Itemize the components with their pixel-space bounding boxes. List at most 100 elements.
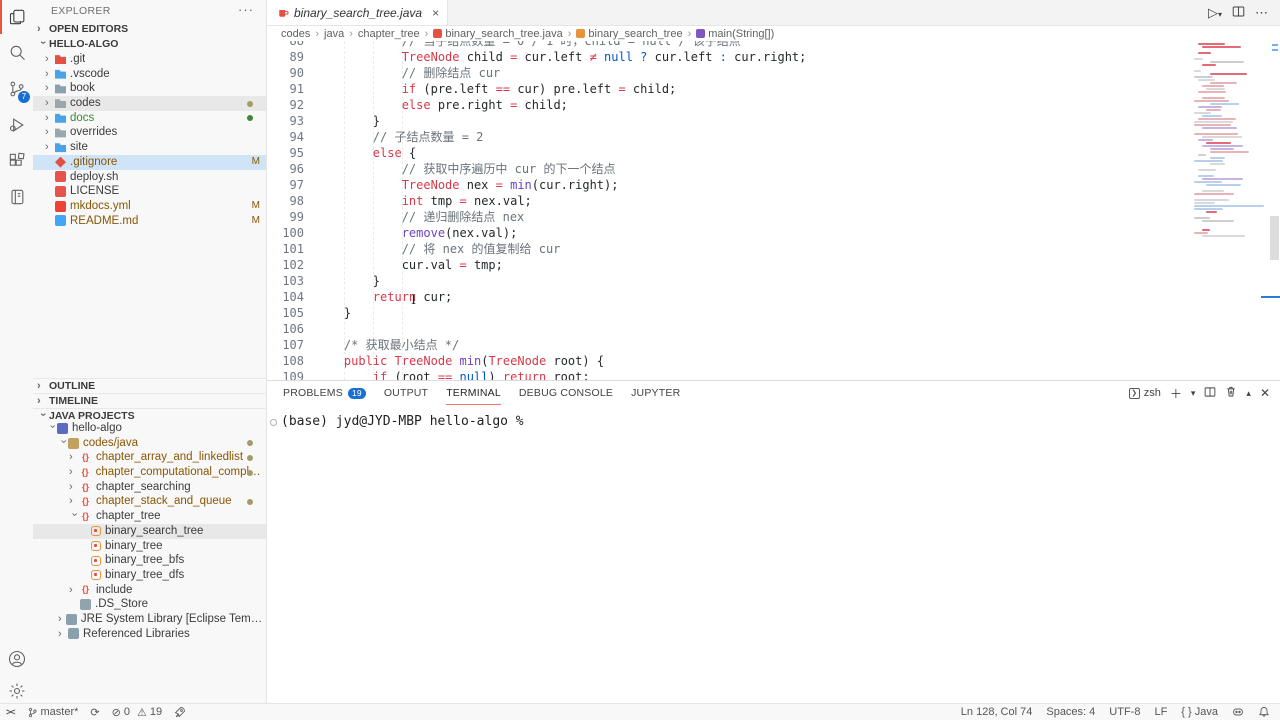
tab-title: binary_search_tree.java <box>294 6 422 20</box>
java-project-item-Referenced-Libraries[interactable]: ›Referenced Libraries <box>33 627 266 642</box>
modified-dot <box>247 101 253 107</box>
outline-section[interactable]: ›OUTLINE <box>33 378 266 393</box>
breadcrumb-separator: › <box>349 28 353 40</box>
eol-item[interactable]: LF <box>1154 706 1167 718</box>
accounts-icon[interactable] <box>0 642 33 676</box>
java-project-item-binary_search_tree[interactable]: binary_search_tree <box>33 524 266 539</box>
remote-indicator[interactable]: >< <box>6 707 15 717</box>
copilot-status-icon[interactable] <box>1232 706 1244 718</box>
kill-terminal-trash-icon[interactable] <box>1225 385 1237 401</box>
breadcrumb-item[interactable]: chapter_tree <box>358 28 420 40</box>
timeline-section[interactable]: ›TIMELINE <box>33 393 266 408</box>
cursor-position-item[interactable]: Ln 128, Col 74 <box>961 706 1033 718</box>
explorer-item-mkdocs.yml[interactable]: mkdocs.ymlM <box>33 199 266 214</box>
explorer-item-README.md[interactable]: README.mdM <box>33 214 266 229</box>
breadcrumb-item[interactable]: main(String[]) <box>696 28 774 40</box>
search-icon[interactable] <box>0 36 33 70</box>
braces-icon: {} <box>79 452 92 463</box>
split-terminal-icon[interactable] <box>1204 386 1216 401</box>
open-editors-section[interactable]: ›OPEN EDITORS <box>33 22 266 37</box>
java-project-item-binary_tree_dfs[interactable]: binary_tree_dfs <box>33 568 266 583</box>
explorer-item-.git[interactable]: ›.git <box>33 52 266 67</box>
item-label: hello-algo <box>72 421 122 436</box>
problems-status-item[interactable]: ⊘0 ⚠︎19 <box>112 706 162 719</box>
code-line-101: 101 // 将 nex 的值复制给 cur <box>267 241 1280 257</box>
explorer-item-LICENSE[interactable]: LICENSE <box>33 184 266 199</box>
explorer-item-deploy.sh[interactable]: deploy.sh <box>33 170 266 185</box>
explorer-icon[interactable] <box>0 0 33 34</box>
editor-more-actions-icon[interactable]: ⋯ <box>1255 5 1268 21</box>
folder-icon <box>55 142 66 153</box>
tab-close-icon[interactable]: × <box>432 6 439 20</box>
panel-tab-problems[interactable]: PROBLEMS19 <box>283 381 366 405</box>
terminal-view[interactable]: (base) jyd@JYD-MBP hello-algo % <box>267 405 1280 703</box>
git-branch-item[interactable]: master* <box>27 706 79 718</box>
java-project-item-chapter_stack_and_queue[interactable]: ›{}chapter_stack_and_queue <box>33 494 266 509</box>
explorer-more-actions[interactable]: ··· <box>238 2 254 17</box>
terminal-profile-chevron-icon[interactable]: ▾ <box>1191 388 1196 399</box>
code-editor[interactable]: 88 // 当子结点数量 = 0 / 1 时，child = null / 该子… <box>267 41 1280 380</box>
notebook-icon[interactable] <box>0 180 33 214</box>
notifications-bell-icon[interactable] <box>1258 706 1270 718</box>
java-project-item-codes-java[interactable]: ›codes/java <box>33 436 266 451</box>
run-debug-icon[interactable] <box>0 108 33 142</box>
settings-gear-icon[interactable] <box>0 674 33 708</box>
file-tree: ›.git›.vscode›book›codes›docs›overrides›… <box>33 52 266 228</box>
java-project-item-binary_tree[interactable]: binary_tree <box>33 539 266 554</box>
java-project-item-chapter_tree[interactable]: ›{}chapter_tree <box>33 509 266 524</box>
panel-tab-terminal[interactable]: TERMINAL <box>446 381 501 405</box>
encoding-item[interactable]: UTF-8 <box>1109 706 1140 718</box>
code-line-91: 91 if (pre.left == cur) pre.left = child… <box>267 81 1280 97</box>
breadcrumb-item[interactable]: binary_search_tree <box>576 28 682 40</box>
new-terminal-icon[interactable]: ＋ <box>1170 385 1182 402</box>
explorer-item-site[interactable]: ›site <box>33 140 266 155</box>
code-line-109: 109 if (root == null) return root; <box>267 369 1280 380</box>
java-project-item--DS_Store[interactable]: .DS_Store <box>33 597 266 612</box>
item-label: binary_tree_bfs <box>105 553 184 568</box>
java-project-item-chapter_searching[interactable]: ›{}chapter_searching <box>33 480 266 495</box>
modified-dot <box>247 499 253 505</box>
source-control-icon[interactable]: 7 <box>0 72 33 106</box>
item-label: chapter_searching <box>96 480 191 495</box>
panel-tab-debug-console[interactable]: DEBUG CONSOLE <box>519 381 613 405</box>
close-panel-icon[interactable]: ✕ <box>1260 386 1270 400</box>
file-icon <box>55 157 66 168</box>
editor-scrollbar[interactable] <box>1268 41 1280 380</box>
language-mode-item[interactable]: { } Java <box>1181 706 1218 718</box>
chevron-right-icon: › <box>45 96 55 111</box>
java-project-item-hello-algo[interactable]: ›hello-algo <box>33 421 266 436</box>
java-project-item-binary_tree_bfs[interactable]: binary_tree_bfs <box>33 553 266 568</box>
chevron-right-icon: › <box>45 81 55 96</box>
split-editor-icon[interactable] <box>1232 5 1245 21</box>
java-project-item-include[interactable]: ›{}include <box>33 583 266 598</box>
tab-binary-search-tree[interactable]: binary_search_tree.java × <box>267 0 448 25</box>
maximize-panel-chevron-icon[interactable]: ▴ <box>1246 388 1251 399</box>
item-label: LICENSE <box>70 184 119 199</box>
explorer-item-book[interactable]: ›book <box>33 81 266 96</box>
explorer-item-codes[interactable]: › codes <box>33 96 266 111</box>
explorer-item-.gitignore[interactable]: .gitignoreM <box>33 155 266 170</box>
panel-tab-jupyter[interactable]: JUPYTER <box>631 381 680 405</box>
breadcrumb-item[interactable]: binary_search_tree.java <box>433 28 562 40</box>
breadcrumb-item[interactable]: codes <box>281 28 310 40</box>
sync-changes-item[interactable]: ⟳ <box>90 706 99 719</box>
java-project-item-chapter_array_and_linkedlist[interactable]: ›{}chapter_array_and_linkedlist <box>33 450 266 465</box>
run-java-button[interactable]: ▷▾ <box>1208 5 1222 21</box>
breadcrumb-item[interactable]: java <box>324 28 344 40</box>
explorer-item-.vscode[interactable]: ›.vscode <box>33 67 266 82</box>
minimap[interactable] <box>1190 43 1268 380</box>
java-project-item-chapter_computational_complexity[interactable]: ›{}chapter_computational_complexity <box>33 465 266 480</box>
scrollbar-thumb[interactable] <box>1270 216 1279 260</box>
java-project-item-JRE-System-Library-Eclipse-Temurin-17-17-[interactable]: ›JRE System Library [Eclipse Temurin 17 … <box>33 612 266 627</box>
command-decoration-icon <box>270 419 277 426</box>
panel-tab-output[interactable]: OUTPUT <box>384 381 428 405</box>
explorer-item-docs[interactable]: ›docs <box>33 111 266 126</box>
extensions-icon[interactable] <box>0 144 33 178</box>
item-label: .gitignore <box>70 155 117 170</box>
indentation-item[interactable]: Spaces: 4 <box>1046 706 1095 718</box>
java-ready-rocket-icon[interactable] <box>174 706 186 718</box>
explorer-item-overrides[interactable]: ›overrides <box>33 125 266 140</box>
root-folder-section[interactable]: ›HELLO-ALGO <box>33 37 266 52</box>
terminal-shell-selector[interactable]: ❯ zsh <box>1129 387 1161 399</box>
item-label: codes <box>70 96 101 111</box>
